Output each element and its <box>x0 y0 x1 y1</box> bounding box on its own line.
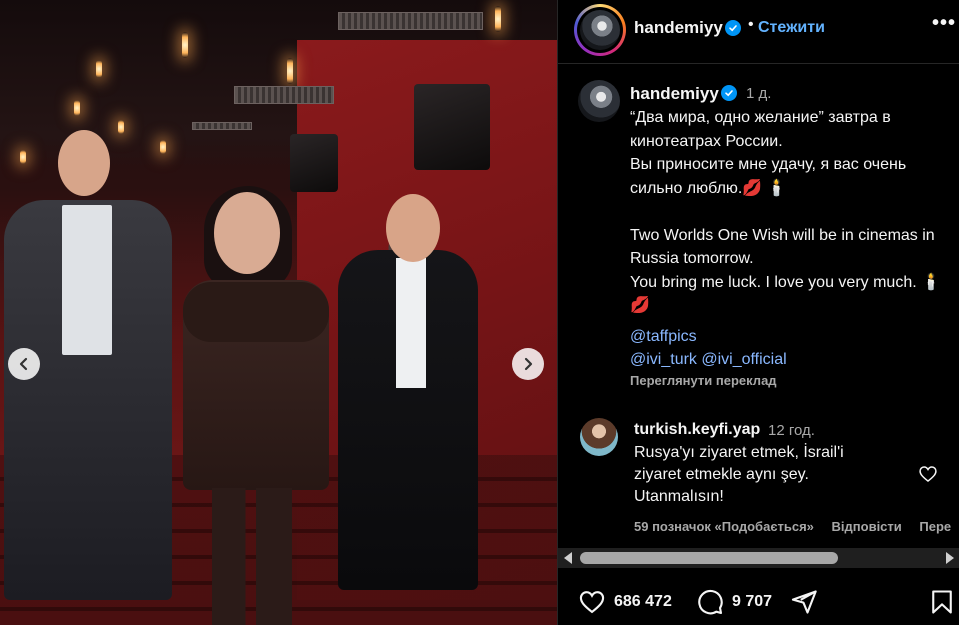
ceiling-vent <box>234 86 334 104</box>
avatar-image <box>580 10 620 50</box>
author-avatar[interactable] <box>574 4 626 56</box>
save-button[interactable] <box>928 588 956 616</box>
ceiling-light <box>160 140 166 154</box>
heart-icon <box>579 591 605 614</box>
verified-badge-icon <box>721 85 737 101</box>
comment-button[interactable]: 9 707 <box>696 588 772 616</box>
man-left-head <box>58 130 110 196</box>
commenter-avatar[interactable] <box>580 418 618 456</box>
verified-badge-icon <box>725 20 741 36</box>
ceiling-light <box>20 150 26 164</box>
caption-username[interactable]: handemiyy <box>630 84 719 104</box>
post-details-panel: handemiyy • Стежити ••• handemiyy 1 д. “… <box>557 0 959 625</box>
ceiling-light <box>495 6 501 32</box>
like-button[interactable]: 686 472 <box>578 588 672 616</box>
wall-speaker <box>290 134 338 192</box>
caption-text: “Два мира, одно желание” завтра в киноте… <box>630 109 942 314</box>
ceiling-light <box>118 120 124 134</box>
share-icon <box>791 590 817 614</box>
avatar-ring-gap <box>577 7 623 53</box>
comment-likes-count[interactable]: 59 позначок «Подобається» <box>634 519 814 534</box>
post-header: handemiyy • Стежити ••• <box>558 0 959 64</box>
comment-like-heart-icon[interactable] <box>918 464 938 484</box>
comment-actions: 59 позначок «Подобається» Відповісти Пер… <box>634 519 959 534</box>
post-action-bar: 686 472 9 707 <box>558 578 959 625</box>
chevron-left-icon <box>19 357 28 371</box>
wall-speaker <box>414 84 490 170</box>
post-photo[interactable] <box>0 0 557 625</box>
mention-link[interactable]: @ivi_turk @ivi_official <box>630 351 787 369</box>
ceiling-light <box>182 32 188 58</box>
woman-head <box>214 192 280 274</box>
comment-more-link[interactable]: Пере <box>919 519 951 534</box>
scroll-right-arrow-icon[interactable] <box>946 552 954 564</box>
author-username[interactable]: handemiyy <box>634 18 723 38</box>
scrollbar-thumb[interactable] <box>580 552 838 564</box>
comment-icon <box>698 589 723 615</box>
ceiling-light <box>74 100 80 116</box>
see-translation-link[interactable]: Переглянути переклад <box>630 373 777 388</box>
man-left-shirt <box>62 205 112 355</box>
man-right-shirt <box>396 258 426 388</box>
comment-timestamp: 12 год. <box>768 422 815 439</box>
bookmark-icon <box>932 590 952 614</box>
ceiling-light <box>287 58 293 84</box>
horizontal-scrollbar[interactable] <box>558 548 959 568</box>
man-right-head <box>386 194 440 262</box>
chevron-right-icon <box>524 357 533 371</box>
next-image-button[interactable] <box>512 348 544 380</box>
comments-count: 9 707 <box>732 593 773 610</box>
more-options-icon[interactable]: ••• <box>932 12 956 35</box>
ceiling-vent <box>338 12 483 30</box>
caption-timestamp[interactable]: 1 д. <box>746 85 771 102</box>
header-separator: • <box>748 16 754 33</box>
comment-text: Rusya'yı ziyaret etmek, İsrail'i ziyaret… <box>634 444 844 505</box>
share-button[interactable] <box>790 588 818 616</box>
scroll-left-arrow-icon[interactable] <box>564 552 572 564</box>
likes-count: 686 472 <box>614 593 672 610</box>
commenter-username[interactable]: turkish.keyfi.yap <box>634 421 760 439</box>
caption-author-avatar[interactable] <box>578 80 620 122</box>
previous-image-button[interactable] <box>8 348 40 380</box>
ceiling-vent <box>192 122 252 130</box>
ceiling-light <box>96 60 102 78</box>
woman-fur-stole <box>183 282 329 342</box>
woman-legs <box>212 488 292 625</box>
follow-button[interactable]: Стежити <box>758 19 825 37</box>
reply-button[interactable]: Відповісти <box>832 519 902 534</box>
mention-link[interactable]: @taffpics <box>630 328 697 346</box>
